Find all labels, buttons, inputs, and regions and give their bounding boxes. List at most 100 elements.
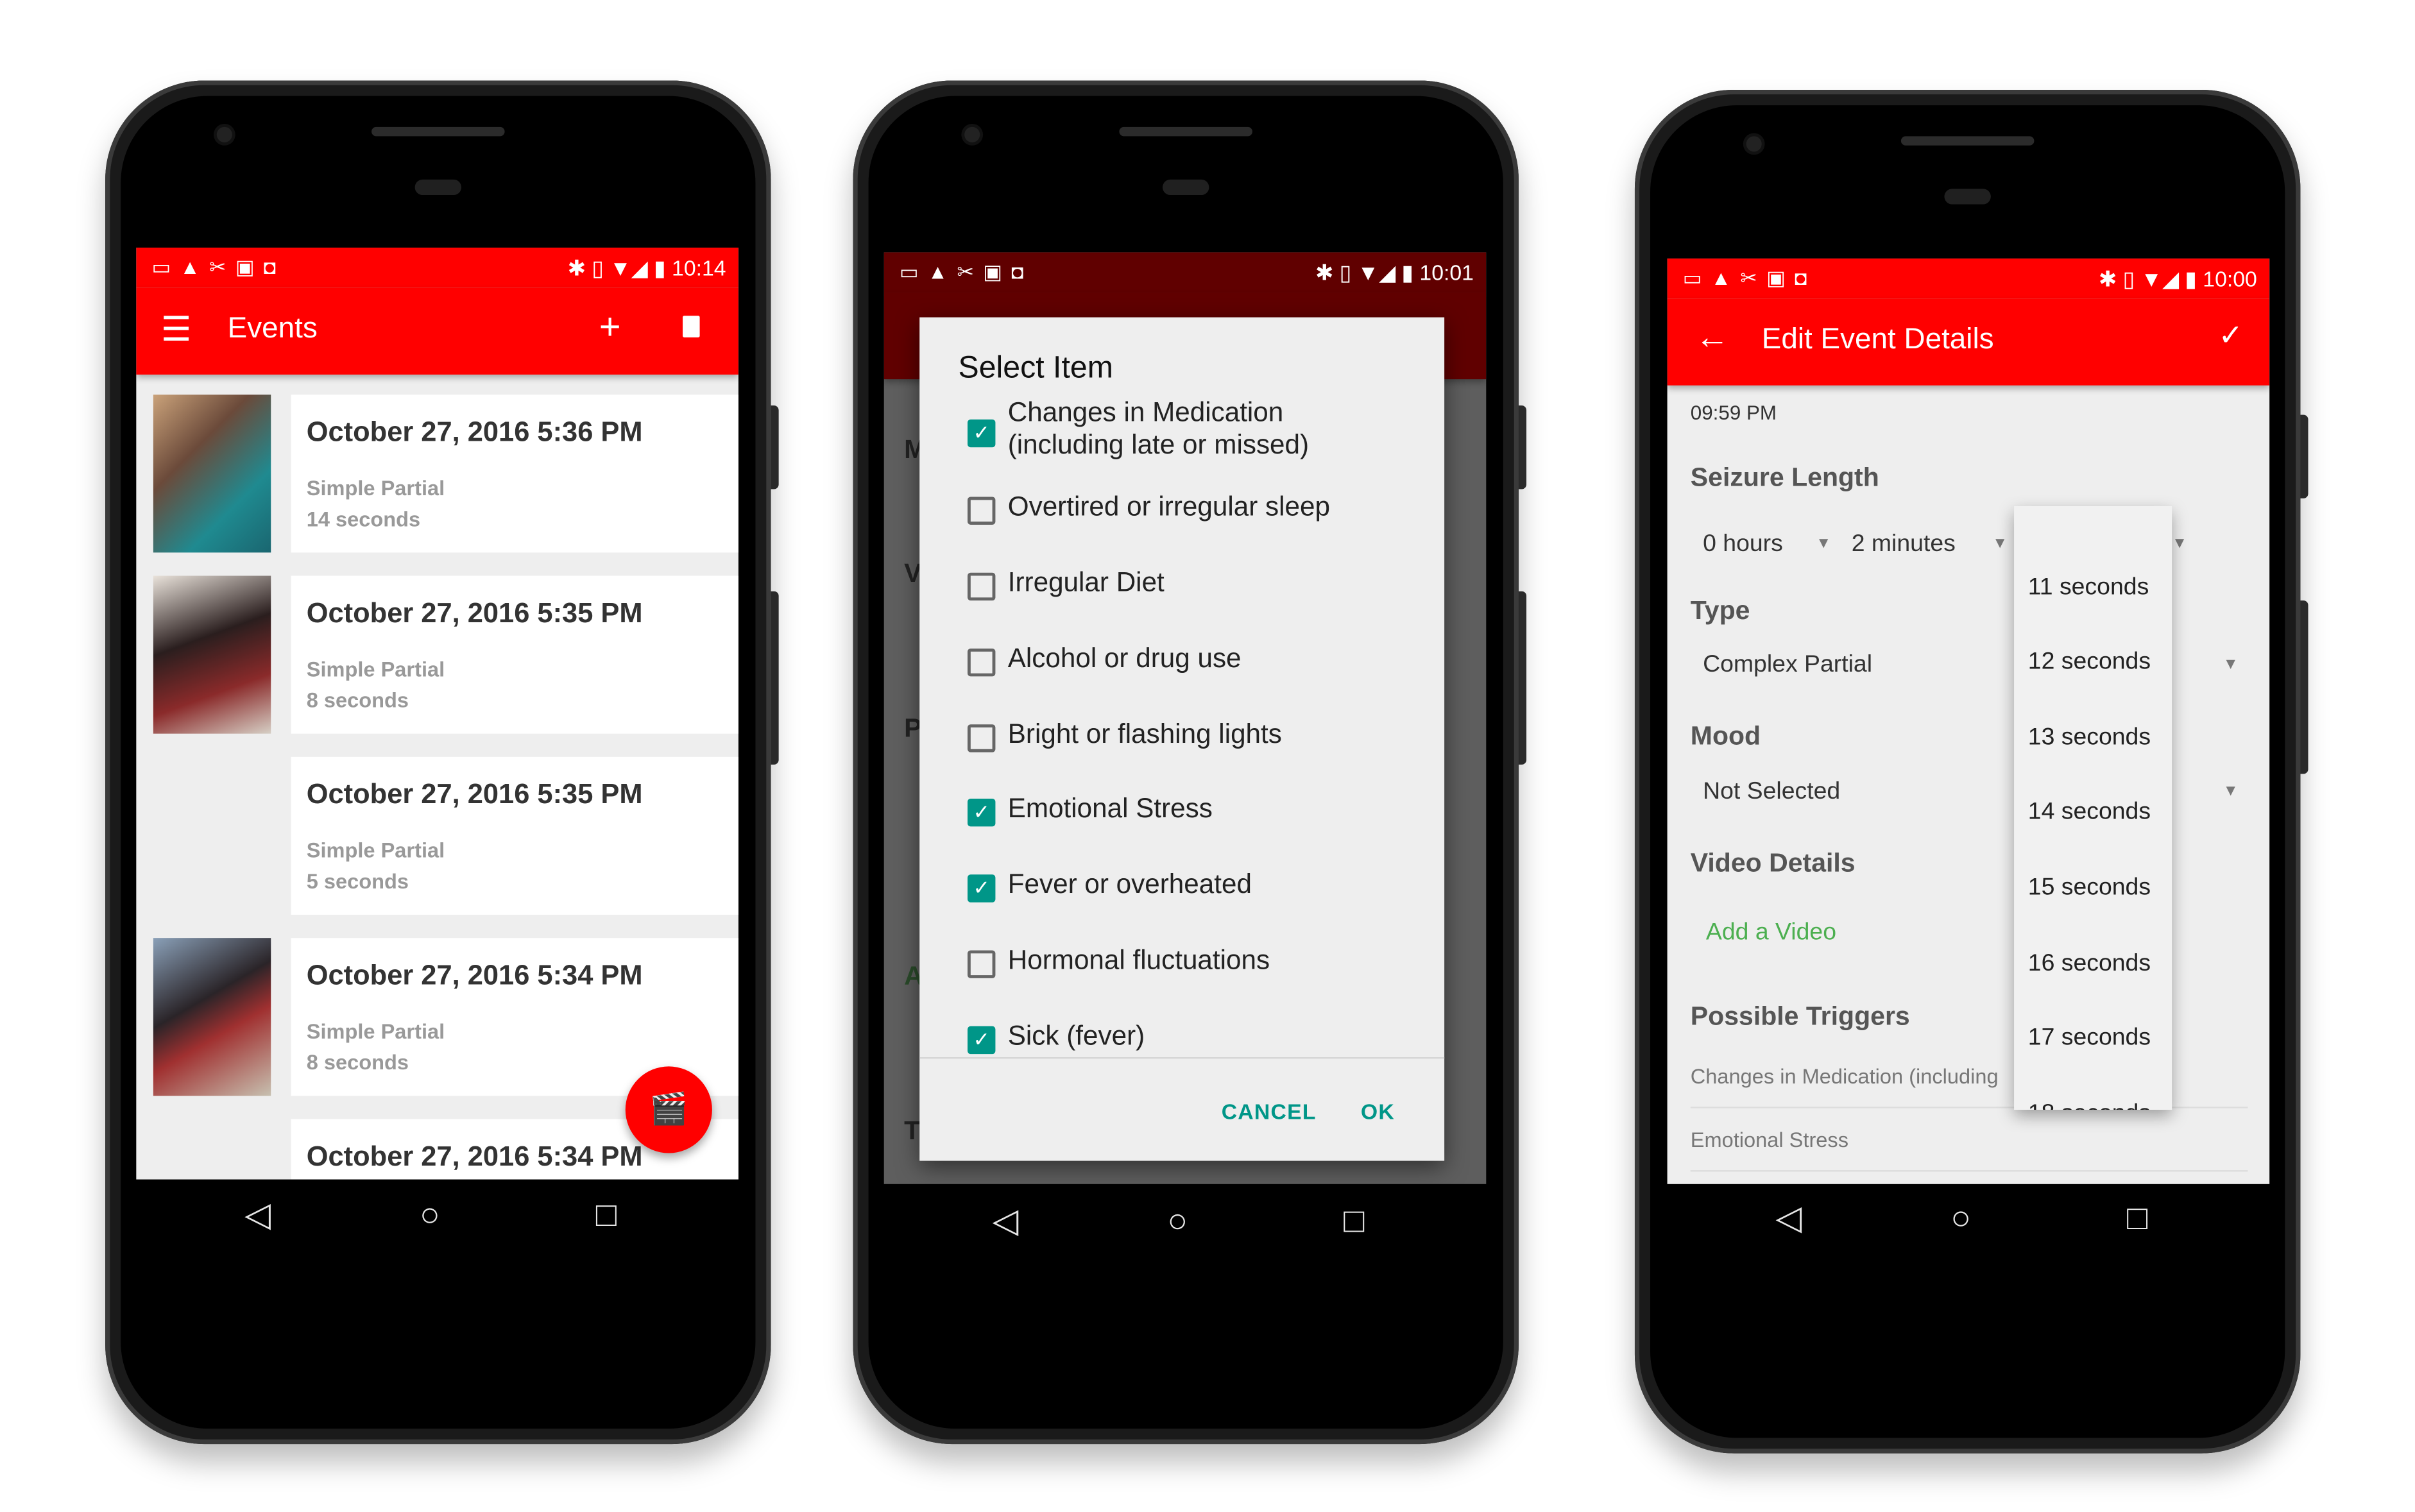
app-bar: ☰ Events +	[136, 287, 738, 375]
nav-bar: ◁ ○ □	[136, 1180, 738, 1254]
seconds-option[interactable]: 18 seconds	[2028, 1100, 2151, 1110]
front-camera	[1746, 136, 1762, 152]
option-label: Fever or overheated	[1007, 868, 1252, 899]
option-label: Changes in Medication	[1007, 396, 1284, 427]
seconds-option[interactable]: 16 seconds	[2028, 949, 2151, 977]
option-label: Overtired or irregular sleep	[1007, 490, 1330, 522]
seconds-option[interactable]: 13 seconds	[2028, 724, 2151, 752]
menu-icon[interactable]: ☰	[161, 310, 192, 350]
checkbox-unchecked[interactable]	[968, 648, 996, 677]
trash-icon[interactable]	[683, 316, 700, 337]
seconds-option[interactable]: 14 seconds	[2028, 799, 2151, 827]
checkbox-unchecked[interactable]	[968, 950, 996, 978]
dropdown-arrow-icon: ▼	[2223, 783, 2239, 801]
clock: 10:14	[672, 255, 726, 280]
back-icon[interactable]: ◁	[993, 1201, 1019, 1241]
page-title: Edit Event Details	[1761, 323, 1994, 356]
event-type: Simple Partial	[306, 658, 445, 681]
event-type: Simple Partial	[306, 1020, 445, 1044]
event-list-item[interactable]: October 27, 2016 5:35 PM Simple Partial 8 …	[291, 575, 738, 734]
event-date: October 27, 2016 5:34 PM	[306, 1141, 643, 1172]
divider	[919, 1057, 1445, 1059]
seconds-dropdown-list[interactable]: 10 seconds11 seconds12 seconds13 seconds…	[2014, 505, 2172, 1110]
trigger-item: Changes in Medication (including	[1690, 1065, 1999, 1089]
type-label: Type	[1690, 595, 1750, 625]
checkbox-checked[interactable]: ✓	[968, 1026, 996, 1055]
dropdown-arrow-icon: ▼	[2223, 656, 2239, 674]
dialog-title: Select Item	[958, 351, 1113, 386]
minutes-spinner[interactable]: 2 minutes	[1852, 531, 1956, 559]
mood-spinner[interactable]: Not Selected	[1703, 779, 1840, 806]
arrow-left-icon[interactable]: ←	[1695, 318, 1729, 358]
status-bar: ▭▲✂▣◘ ✱ ▯ ▼◢ ▮ 10:00	[1667, 258, 2270, 299]
event-thumbnail[interactable]	[153, 395, 271, 553]
app-bar: ← Edit Event Details ✓	[1667, 298, 2270, 386]
background-label: T	[904, 1116, 921, 1146]
event-thumbnail[interactable]	[153, 938, 271, 1096]
phone-events: ▭▲✂▣◘ ✱ ▯ ▼◢ ▮ 10:14 ☰ Events + October …	[105, 80, 779, 1445]
notification-icons: ▭▲✂▣◘	[1682, 266, 1816, 290]
checkbox-checked[interactable]: ✓	[968, 799, 996, 827]
possible-triggers-label: Possible Triggers	[1690, 1001, 1910, 1031]
events-screen: ▭▲✂▣◘ ✱ ▯ ▼◢ ▮ 10:14 ☰ Events + October …	[136, 248, 738, 1180]
home-icon[interactable]: ○	[420, 1195, 440, 1236]
seconds-option[interactable]: 15 seconds	[2028, 874, 2151, 902]
checkbox-checked[interactable]: ✓	[968, 874, 996, 903]
volume-button	[771, 591, 779, 765]
record-video-fab[interactable]: 🎬	[625, 1066, 712, 1153]
event-type: Simple Partial	[306, 838, 445, 862]
home-icon[interactable]: ○	[1950, 1198, 1971, 1239]
dropdown-arrow-icon: ▼	[2172, 535, 2188, 553]
checkbox-checked[interactable]: ✓	[968, 419, 996, 448]
back-icon[interactable]: ◁	[1775, 1198, 1802, 1239]
hours-spinner[interactable]: 0 hours	[1703, 531, 1783, 559]
home-icon[interactable]: ○	[1167, 1201, 1188, 1241]
back-icon[interactable]: ◁	[244, 1195, 271, 1236]
event-type: Simple Partial	[306, 477, 445, 500]
recents-icon[interactable]: □	[2127, 1198, 2147, 1239]
checkbox-unchecked[interactable]	[968, 724, 996, 752]
add-video-link[interactable]: Add a Video	[1706, 919, 1836, 947]
phone-edit-event: ▭▲✂▣◘ ✱ ▯ ▼◢ ▮ 10:00 ← Edit Event Detail…	[1634, 89, 2308, 1454]
clock: 10:01	[1419, 260, 1474, 285]
plus-icon[interactable]: +	[599, 307, 621, 350]
nav-bar: ◁ ○ □	[884, 1185, 1487, 1260]
status-right: ✱ ▯ ▼◢ ▮ 10:00	[2099, 266, 2257, 293]
volume-button	[2300, 600, 2308, 774]
seconds-option[interactable]: 12 seconds	[2028, 649, 2151, 676]
dropdown-arrow-icon: ▼	[1816, 535, 1832, 553]
checkbox-unchecked[interactable]	[968, 497, 996, 525]
front-camera	[216, 126, 232, 142]
event-time: 09:59 PM	[1690, 400, 1777, 425]
option-label: (including late or missed)	[1007, 429, 1310, 460]
event-thumbnail[interactable]	[153, 575, 271, 734]
front-camera	[964, 126, 980, 142]
seconds-option[interactable]: 17 seconds	[2028, 1025, 2151, 1053]
speaker-grille	[371, 126, 505, 137]
cancel-button[interactable]: CANCEL	[1222, 1099, 1317, 1124]
event-list-item[interactable]: October 27, 2016 5:35 PM Simple Partial 5 …	[291, 756, 738, 915]
select-item-dialog: Select Item ✓ Changes in Medication (inclu…	[919, 317, 1445, 1161]
status-bar: ▭▲✂▣◘ ✱ ▯ ▼◢ ▮ 10:14	[136, 248, 738, 288]
checkbox-unchecked[interactable]	[968, 572, 996, 601]
select-item-screen: ▭▲✂▣◘ ✱ ▯ ▼◢ ▮ 10:01 M V P A T Select It…	[883, 252, 1487, 1184]
event-list-item[interactable]: October 27, 2016 5:36 PM Simple Partial 14…	[291, 395, 738, 553]
system-icons: ✱ ▯ ▼◢ ▮	[1315, 260, 1420, 285]
speaker-grille	[1119, 126, 1252, 137]
recents-icon[interactable]: □	[1344, 1201, 1364, 1241]
phone-select-triggers: ▭▲✂▣◘ ✱ ▯ ▼◢ ▮ 10:01 M V P A T Select It…	[853, 80, 1527, 1445]
type-spinner[interactable]: Complex Partial	[1703, 652, 1872, 679]
trigger-item: Emotional Stress	[1690, 1128, 1848, 1152]
volume-button	[1518, 591, 1527, 765]
event-length: 8 seconds	[306, 688, 409, 712]
check-icon[interactable]: ✓	[2219, 319, 2243, 354]
recents-icon[interactable]: □	[596, 1195, 617, 1236]
mood-label: Mood	[1690, 721, 1761, 751]
option-label: Alcohol or drug use	[1007, 642, 1242, 674]
notification-icons: ▭▲✂▣◘	[151, 255, 286, 279]
ok-button[interactable]: OK	[1361, 1099, 1395, 1124]
option-label: Emotional Stress	[1007, 792, 1213, 824]
system-icons: ✱ ▯ ▼◢ ▮	[2098, 266, 2203, 291]
option-label: Bright or flashing lights	[1007, 718, 1282, 749]
seconds-option[interactable]: 11 seconds	[2028, 573, 2149, 601]
